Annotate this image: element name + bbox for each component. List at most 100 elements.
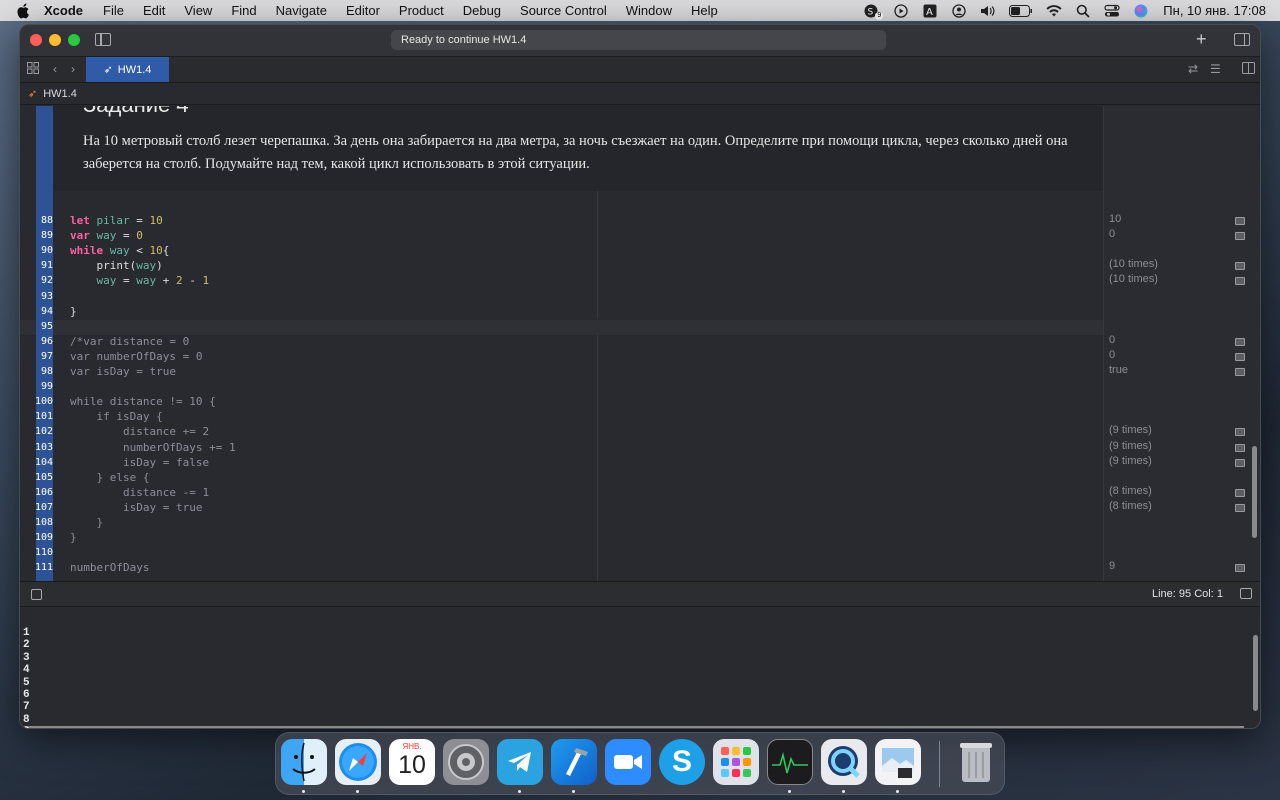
code-line[interactable]: } [70, 531, 77, 544]
editor-scrollbar[interactable] [1252, 446, 1257, 538]
code-line[interactable]: print(way) [70, 259, 162, 272]
line-number[interactable]: 95 [33, 321, 53, 332]
line-number[interactable]: 90 [33, 245, 53, 256]
console-output[interactable]: 123456789 [20, 607, 1260, 728]
line-number[interactable]: 96 [33, 336, 53, 347]
code-line[interactable]: numberOfDays += 1 [70, 441, 236, 454]
line-number[interactable]: 92 [33, 275, 53, 286]
line-number[interactable]: 111 [33, 562, 53, 573]
play-circle-icon[interactable] [893, 3, 909, 18]
editor-options-icon[interactable]: ☰ [1210, 62, 1221, 76]
code-line[interactable]: var numberOfDays = 0 [70, 350, 202, 363]
forward-chevron-icon[interactable]: › [71, 62, 75, 76]
code-line[interactable]: if isDay { [70, 410, 162, 423]
code-line[interactable]: var isDay = true [70, 365, 176, 378]
menu-help[interactable]: Help [691, 3, 718, 18]
battery-icon[interactable] [1009, 4, 1033, 18]
line-number[interactable]: 99 [33, 381, 53, 392]
line-number[interactable]: 89 [33, 230, 53, 241]
menu-editor[interactable]: Editor [346, 3, 380, 18]
quicktime-icon[interactable] [821, 739, 867, 785]
hide-debug-area-icon[interactable] [1240, 588, 1252, 599]
add-library-icon[interactable]: + [1196, 29, 1207, 50]
code-line[interactable]: } [70, 305, 77, 318]
minimize-window-button[interactable] [49, 34, 61, 46]
code-line[interactable]: way = way + 2 - 1 [70, 274, 210, 287]
telegram-icon[interactable] [497, 739, 543, 785]
console-scrollbar[interactable] [1253, 635, 1258, 711]
menu-find[interactable]: Find [231, 3, 256, 18]
line-number[interactable]: 102 [33, 426, 53, 437]
code-line[interactable]: while distance != 10 { [70, 395, 216, 408]
source-editor[interactable]: Задание 4 На 10 метровый столб лезет чер… [20, 106, 1260, 581]
code-line[interactable]: while way < 10{ [70, 244, 169, 257]
volume-icon[interactable] [980, 4, 996, 18]
inspector-toggle-icon[interactable] [1234, 33, 1250, 46]
skype-icon[interactable]: S [659, 739, 705, 785]
line-number[interactable]: 100 [33, 396, 53, 407]
line-number[interactable]: 91 [33, 260, 53, 271]
line-number[interactable]: 105 [33, 472, 53, 483]
menu-app-name[interactable]: Xcode [44, 3, 83, 18]
activity-monitor-icon[interactable] [767, 739, 813, 785]
quick-look-button-icon[interactable] [1235, 443, 1245, 452]
zoom-window-button[interactable] [68, 34, 80, 46]
code-line[interactable]: isDay = true [70, 501, 202, 514]
menu-navigate[interactable]: Navigate [276, 3, 327, 18]
preview-icon[interactable] [875, 739, 921, 785]
code-line[interactable]: } else { [70, 471, 149, 484]
add-editor-icon[interactable] [1242, 62, 1255, 77]
quick-look-button-icon[interactable] [1235, 503, 1245, 512]
spotlight-search-icon[interactable] [1075, 4, 1091, 18]
xcode-icon[interactable] [551, 739, 597, 785]
menu-edit[interactable]: Edit [143, 3, 165, 18]
quick-look-button-icon[interactable] [1235, 458, 1245, 467]
quick-look-button-icon[interactable] [1235, 262, 1245, 271]
system-preferences-icon[interactable] [443, 739, 489, 785]
control-center-icon[interactable] [1104, 4, 1120, 18]
menu-clock[interactable]: Пн, 10 янв. 17:08 [1163, 3, 1266, 18]
related-items-grid-icon[interactable] [27, 62, 39, 77]
tab-hw1-4[interactable]: ➶ HW1.4 [86, 57, 169, 82]
finder-icon[interactable] [281, 739, 327, 785]
quick-look-button-icon[interactable] [1235, 352, 1245, 361]
line-number[interactable]: 110 [33, 547, 53, 558]
line-number[interactable]: 109 [33, 532, 53, 543]
line-number[interactable]: 94 [33, 306, 53, 317]
trash-icon[interactable] [953, 739, 999, 785]
menu-file[interactable]: File [103, 3, 124, 18]
line-number[interactable]: 108 [33, 517, 53, 528]
quick-look-button-icon[interactable] [1235, 564, 1245, 573]
code-line[interactable]: distance += 2 [70, 425, 209, 438]
quick-look-button-icon[interactable] [1235, 368, 1245, 376]
safari-icon[interactable] [335, 739, 381, 785]
menu-source-control[interactable]: Source Control [520, 3, 607, 18]
debug-area-toggle-checkbox[interactable] [31, 589, 42, 600]
line-number[interactable]: 97 [33, 351, 53, 362]
quick-look-button-icon[interactable] [1235, 232, 1245, 241]
siri-icon[interactable] [1133, 4, 1149, 18]
line-number[interactable]: 98 [33, 366, 53, 377]
code-line[interactable]: let pilar = 10 [70, 214, 163, 227]
apple-icon[interactable] [16, 3, 30, 19]
swap-arrows-icon[interactable]: ⇄ [1188, 62, 1198, 76]
user-icon[interactable] [951, 3, 967, 18]
menu-view[interactable]: View [184, 3, 212, 18]
code-line[interactable]: isDay = false [70, 456, 209, 469]
line-number[interactable]: 104 [33, 457, 53, 468]
notification-badge-icon[interactable]: S 9 [864, 4, 884, 20]
back-chevron-icon[interactable]: ‹ [53, 62, 57, 76]
code-line[interactable]: numberOfDays [70, 561, 149, 574]
calendar-icon[interactable]: ЯНВ. 10 [389, 739, 435, 785]
line-number[interactable]: 107 [33, 502, 53, 513]
input-source-icon[interactable]: A [922, 4, 938, 18]
quick-look-button-icon[interactable] [1235, 277, 1245, 286]
line-number[interactable]: 93 [33, 291, 53, 302]
quick-look-button-icon[interactable] [1235, 217, 1245, 225]
launchpad-icon[interactable] [713, 739, 759, 785]
quick-look-button-icon[interactable] [1235, 337, 1245, 346]
menu-product[interactable]: Product [399, 3, 444, 18]
close-window-button[interactable] [30, 34, 42, 46]
menu-debug[interactable]: Debug [463, 3, 501, 18]
wifi-icon[interactable] [1046, 4, 1062, 18]
